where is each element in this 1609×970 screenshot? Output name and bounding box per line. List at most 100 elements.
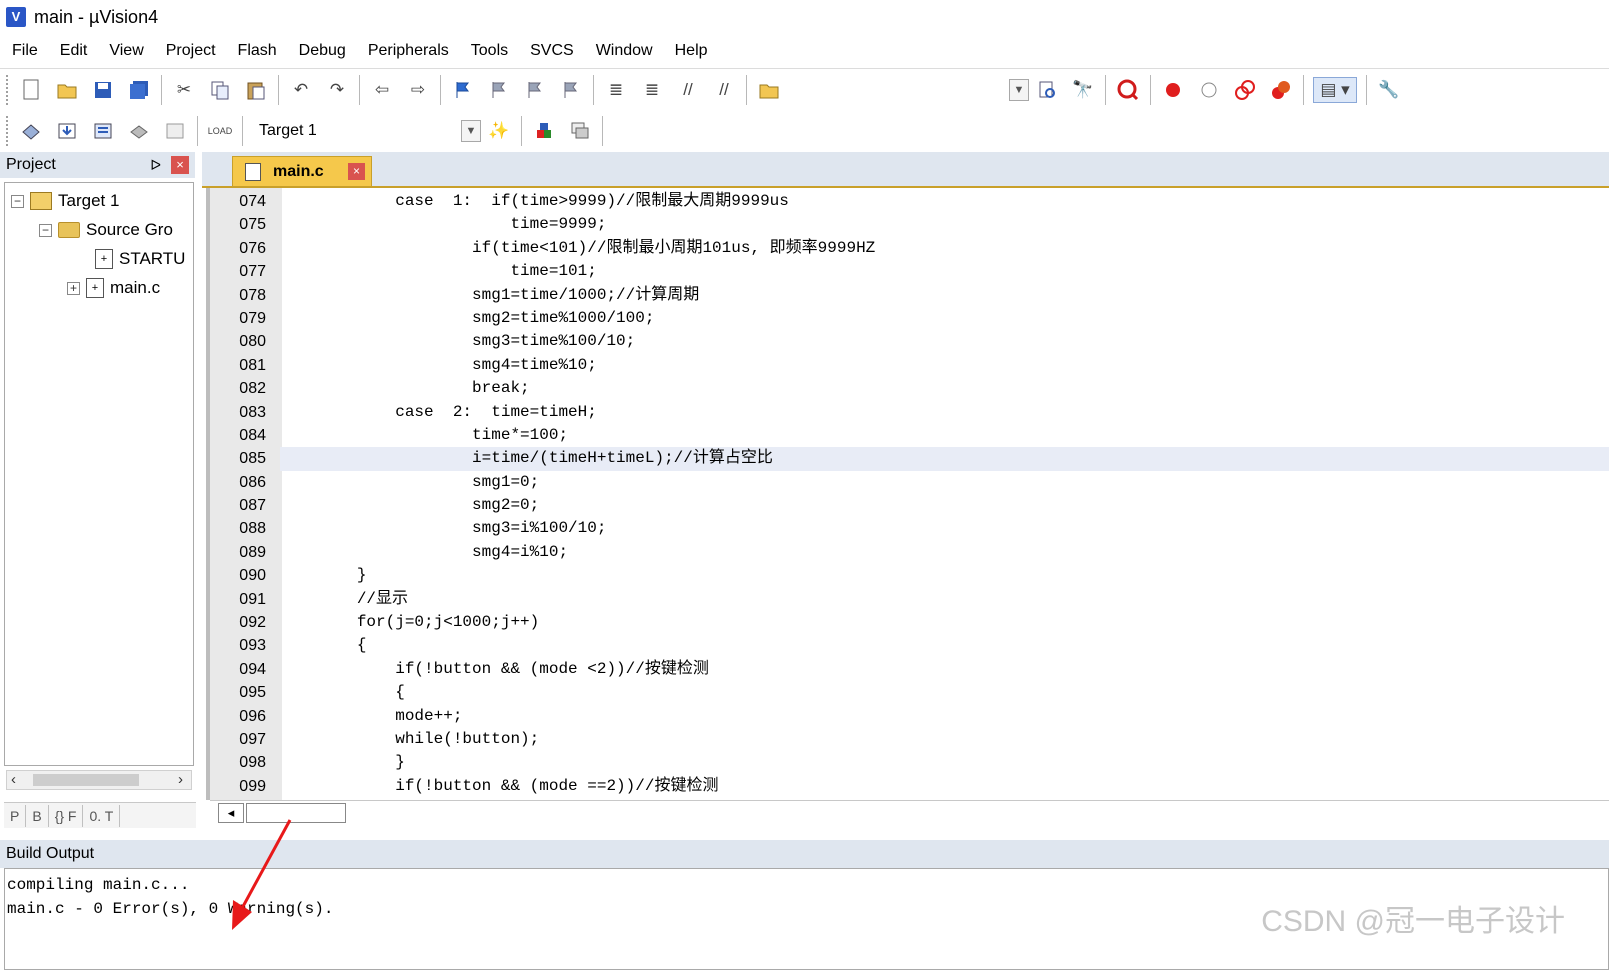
navigate-back-icon[interactable]: ⇦	[369, 77, 395, 103]
code-line[interactable]: case 1: if(time>9999)//限制最大周期9999us	[280, 190, 1609, 213]
tab-project[interactable]: P	[4, 804, 27, 827]
insert-bookmark-icon[interactable]	[450, 77, 476, 103]
code-line[interactable]: smg1=0;	[280, 471, 1609, 494]
code-line[interactable]: time=101;	[280, 260, 1609, 283]
code-line[interactable]: i=time/(timeH+timeL);//计算占空比	[280, 447, 1609, 471]
target-dropdown-arrow[interactable]: ▼	[461, 120, 481, 142]
code-line[interactable]: smg3=time%100/10;	[280, 330, 1609, 353]
batch-build-icon[interactable]	[126, 118, 152, 144]
next-bookmark-icon[interactable]	[522, 77, 548, 103]
tab-functions[interactable]: {} F	[49, 804, 84, 827]
code-editor[interactable]: 074 075 076 077 078 079 080 081 082 083 084 085 086 0…	[202, 186, 1609, 800]
menu-file[interactable]: File	[0, 42, 49, 60]
uncomment-icon[interactable]: //	[711, 77, 737, 103]
debug-session-icon[interactable]	[1115, 77, 1141, 103]
previous-bookmark-icon[interactable]	[486, 77, 512, 103]
pin-icon[interactable]: ᐅ	[150, 157, 161, 174]
project-horizontal-scrollbar[interactable]: ‹ ›	[6, 770, 192, 790]
open-folder-icon[interactable]	[54, 77, 80, 103]
indent-icon[interactable]: ≣	[603, 77, 629, 103]
code-line[interactable]: for(j=0;j<1000;j++)	[280, 611, 1609, 634]
code-line[interactable]: case 2: time=timeH;	[280, 401, 1609, 424]
select-packs-icon[interactable]	[567, 118, 593, 144]
clear-bookmarks-icon[interactable]	[558, 77, 584, 103]
code-line[interactable]: {	[280, 681, 1609, 704]
toolbar-grip[interactable]	[6, 116, 9, 146]
menu-help[interactable]: Help	[664, 42, 719, 60]
target-select[interactable]: Target 1	[251, 117, 461, 145]
redo-icon[interactable]: ↷	[324, 77, 350, 103]
menu-view[interactable]: View	[98, 42, 154, 60]
editor-horizontal-scrollbar[interactable]: ◂	[210, 800, 1609, 826]
scroll-left-icon[interactable]: ◂	[218, 803, 244, 823]
navigate-forward-icon[interactable]: ⇨	[405, 77, 431, 103]
code-line[interactable]: break;	[280, 377, 1609, 400]
code-line[interactable]: mode++;	[280, 705, 1609, 728]
code-line[interactable]: {	[280, 634, 1609, 657]
scroll-left-icon[interactable]: ‹	[11, 771, 16, 788]
undo-icon[interactable]: ↶	[288, 77, 314, 103]
close-tab-icon[interactable]: ×	[348, 163, 365, 180]
scrollbar-track[interactable]	[246, 803, 346, 823]
kill-all-breakpoints-icon[interactable]	[1268, 77, 1294, 103]
copy-icon[interactable]	[207, 77, 233, 103]
scrollbar-thumb[interactable]	[33, 774, 139, 786]
cut-icon[interactable]: ✂	[171, 77, 197, 103]
unindent-icon[interactable]: ≣	[639, 77, 665, 103]
download-load-icon[interactable]: LOAD	[207, 118, 233, 144]
tree-node-target[interactable]: − Target 1	[11, 191, 119, 211]
disable-all-breakpoints-icon[interactable]	[1232, 77, 1258, 103]
code-area[interactable]: case 1: if(time>9999)//限制最大周期9999us time…	[280, 190, 1609, 798]
build-icon[interactable]	[54, 118, 80, 144]
comment-icon[interactable]: //	[675, 77, 701, 103]
menu-tools[interactable]: Tools	[460, 42, 519, 60]
tree-node-startup[interactable]: + STARTU	[95, 249, 185, 269]
code-line[interactable]: if(time<101)//限制最小周期101us, 即频率9999HZ	[280, 237, 1609, 260]
toolbar-grip[interactable]	[6, 74, 9, 105]
menu-debug[interactable]: Debug	[288, 42, 357, 60]
code-line[interactable]: while(!button);	[280, 728, 1609, 751]
menu-peripherals[interactable]: Peripherals	[357, 42, 460, 60]
translate-icon[interactable]	[18, 118, 44, 144]
code-line[interactable]: time=9999;	[280, 213, 1609, 236]
configure-icon[interactable]: 🔧	[1376, 77, 1402, 103]
collapse-icon[interactable]: −	[11, 194, 24, 208]
code-line[interactable]: }	[280, 564, 1609, 587]
enable-breakpoint-icon[interactable]	[1196, 77, 1222, 103]
code-line[interactable]: smg4=i%10;	[280, 541, 1609, 564]
collapse-icon[interactable]: −	[39, 223, 52, 237]
insert-breakpoint-icon[interactable]	[1160, 77, 1186, 103]
find-icon[interactable]	[1034, 77, 1060, 103]
code-line[interactable]: }	[280, 751, 1609, 774]
menu-edit[interactable]: Edit	[49, 42, 99, 60]
menu-project[interactable]: Project	[155, 42, 227, 60]
paste-icon[interactable]	[243, 77, 269, 103]
tab-books[interactable]: B	[26, 804, 49, 827]
code-line[interactable]: smg2=0;	[280, 494, 1609, 517]
manage-project-items-icon[interactable]	[531, 118, 557, 144]
find-dropdown-arrow[interactable]: ▼	[1009, 78, 1029, 101]
save-all-icon[interactable]	[126, 77, 152, 103]
scroll-right-icon[interactable]: ›	[178, 771, 183, 788]
code-line[interactable]: if(!button && (mode ==2))//按键检测	[280, 775, 1609, 798]
code-line[interactable]: smg1=time/1000;//计算周期	[280, 284, 1609, 307]
code-line[interactable]: smg2=time%1000/100;	[280, 307, 1609, 330]
save-icon[interactable]	[90, 77, 116, 103]
stop-build-icon[interactable]	[162, 118, 188, 144]
tree-node-source-group[interactable]: − Source Gro	[39, 220, 173, 240]
expand-icon[interactable]: +	[67, 281, 80, 295]
target-options-icon[interactable]: ✨	[486, 118, 512, 144]
tab-templates[interactable]: 0. T	[83, 804, 121, 827]
menu-flash[interactable]: Flash	[227, 42, 288, 60]
tree-node-main-c[interactable]: + + main.c	[67, 278, 160, 298]
code-line[interactable]: if(!button && (mode <2))//按键检测	[280, 658, 1609, 681]
rebuild-icon[interactable]	[90, 118, 116, 144]
code-line[interactable]: time*=100;	[280, 424, 1609, 447]
incremental-find-icon[interactable]: 🔭	[1070, 77, 1096, 103]
menu-window[interactable]: Window	[585, 42, 664, 60]
code-line[interactable]: smg3=i%100/10;	[280, 517, 1609, 540]
window-layout-icon[interactable]: ▤ ▾	[1313, 76, 1357, 103]
new-file-icon[interactable]	[18, 77, 44, 103]
code-line[interactable]: smg4=time%10;	[280, 354, 1609, 377]
menu-svcs[interactable]: SVCS	[519, 42, 585, 60]
